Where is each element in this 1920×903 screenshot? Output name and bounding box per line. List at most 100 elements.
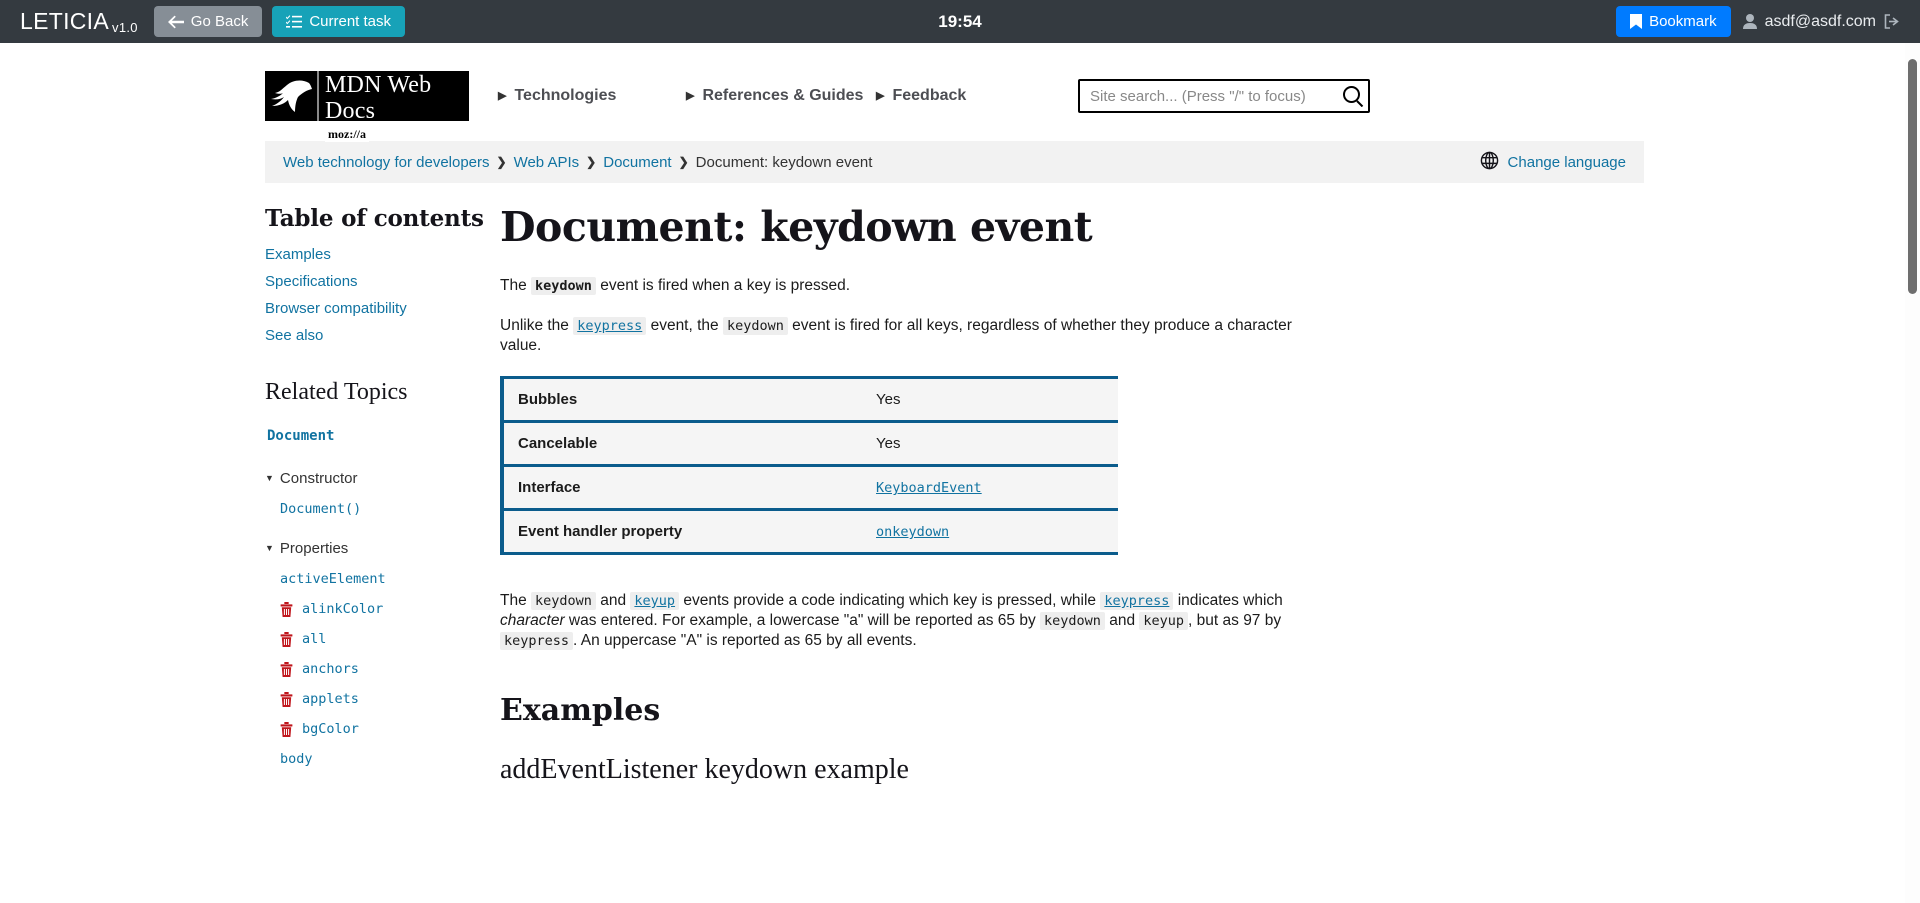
section-heading-examples: Examples — [500, 693, 661, 729]
api-link-all[interactable]: all — [302, 631, 326, 647]
code-keydown: keydown — [531, 592, 596, 611]
api-link-anchors[interactable]: anchors — [302, 661, 359, 677]
breadcrumb-item-web-apis[interactable]: Web APIs — [514, 154, 580, 171]
body-t5: was entered. For example, a lowercase "a… — [564, 612, 1041, 630]
table-cell-key: Cancelable — [502, 420, 862, 466]
list-item: Examples — [265, 246, 500, 264]
table-row: Cancelable Yes — [502, 420, 1118, 466]
table-cell-key: Bubbles — [502, 376, 862, 422]
constructor-list: Document() — [265, 500, 500, 518]
toc-title: Table of contents — [265, 205, 484, 232]
list-item: Document() — [280, 500, 500, 518]
nav-item-technologies-label: Technologies — [514, 87, 617, 104]
list-item: all — [280, 630, 500, 648]
change-language-button[interactable]: Change language — [1480, 151, 1626, 174]
nav-item-technologies[interactable]: ▶ Technologies — [498, 87, 616, 105]
emphasis-character: character — [500, 612, 565, 630]
list-item: body — [280, 750, 500, 768]
intro-1-after: event is fired when a key is pressed. — [595, 277, 851, 295]
triangle-down-icon: ▼ — [265, 473, 274, 483]
api-link-document-constructor[interactable]: Document() — [280, 501, 361, 517]
intro-1-before: The — [500, 277, 532, 295]
main-navigation: ▶ Technologies ▶ References & Guides ▶ F… — [469, 79, 1896, 113]
breadcrumb: Web technology for developers ❯ Web APIs… — [283, 154, 872, 171]
api-link-bgcolor[interactable]: bgColor — [302, 721, 359, 737]
table-row: Bubbles Yes — [502, 376, 1118, 422]
nav-slot-technologies: ▶ Technologies — [481, 87, 686, 105]
link-keyboardevent[interactable]: KeyboardEvent — [876, 480, 982, 496]
body-t1: The — [500, 592, 532, 610]
code-keydown: keydown — [531, 277, 596, 296]
list-item: alinkColor — [280, 600, 500, 618]
nav-item-feedback[interactable]: ▶ Feedback — [876, 87, 966, 105]
page-content: MDN Web Docs moz://a ▶ Technologies ▶ Re… — [0, 43, 1896, 790]
related-topic-document[interactable]: Document — [267, 428, 500, 444]
deprecated-trash-icon — [280, 631, 293, 647]
user-account[interactable]: asdf@asdf.com — [1742, 13, 1908, 31]
breadcrumb-item-web-technology[interactable]: Web technology for developers — [283, 154, 490, 171]
sidebar-group-properties[interactable]: ▼ Properties — [265, 540, 500, 557]
task-list-icon — [286, 14, 303, 29]
sign-out-icon[interactable] — [1884, 14, 1900, 29]
toc-link-specifications[interactable]: Specifications — [265, 273, 358, 290]
breadcrumb-item-document[interactable]: Document — [603, 154, 671, 171]
code-keypress: keypress — [500, 632, 574, 651]
clock-time: 19:54 — [938, 11, 982, 31]
current-task-label: Current task — [309, 13, 392, 30]
api-link-alinkcolor[interactable]: alinkColor — [302, 601, 383, 617]
globe-icon — [1480, 151, 1499, 174]
search-submit-button[interactable] — [1342, 85, 1364, 108]
breadcrumb-item-current: Document: keydown event — [695, 153, 873, 171]
api-link-body[interactable]: body — [280, 751, 313, 767]
mdn-dino-icon — [265, 71, 317, 121]
mdn-logo[interactable]: MDN Web Docs moz://a — [265, 71, 469, 142]
app-brand: LETICIA v1.0 — [12, 8, 144, 35]
page-scrollbar[interactable] — [1905, 43, 1920, 903]
toc-link-browser-compatibility[interactable]: Browser compatibility — [265, 300, 407, 317]
go-back-button[interactable]: Go Back — [153, 6, 263, 37]
bookmark-button[interactable]: Bookmark — [1616, 6, 1731, 37]
nav-item-references-guides[interactable]: ▶ References & Guides — [686, 87, 863, 105]
nav-item-feedback-label: Feedback — [892, 87, 967, 104]
table-row: Interface KeyboardEvent — [502, 464, 1118, 510]
article: Document: keydown event The keydown even… — [500, 203, 1295, 790]
code-keydown: keydown — [722, 317, 788, 336]
agent-bar-right: Bookmark asdf@asdf.com — [1606, 6, 1908, 37]
table-cell-value: onkeydown — [862, 508, 1118, 556]
bookmark-icon — [1630, 14, 1643, 29]
toc-link-examples[interactable]: Examples — [265, 246, 331, 263]
link-keypress[interactable]: keypress — [573, 317, 647, 336]
mdn-logo-text: MDN Web Docs moz://a — [317, 71, 469, 142]
list-item: Browser compatibility — [265, 300, 500, 318]
triangle-down-icon: ▼ — [265, 543, 274, 553]
mdn-site-header: MDN Web Docs moz://a ▶ Technologies ▶ Re… — [265, 43, 1896, 142]
code-keyup: keyup — [630, 592, 680, 611]
table-cell-key: Interface — [502, 464, 862, 510]
subsection-heading-addeventlistener: addEventListener keydown example — [500, 754, 909, 786]
list-item: Specifications — [265, 273, 500, 291]
mdn-logo-subtitle: moz://a — [325, 126, 369, 142]
sidebar-group-constructor[interactable]: ▼ Constructor — [265, 470, 500, 487]
intro-paragraph-2: Unlike the keypress event, the keydown e… — [500, 316, 1295, 356]
page-title: Document: keydown event — [500, 203, 1093, 251]
table-cell-value: Yes — [862, 420, 1118, 466]
scrollbar-thumb[interactable] — [1908, 59, 1917, 294]
body-t6: and — [1104, 612, 1140, 630]
nav-slot-feedback: ▶ Feedback — [876, 87, 1066, 105]
chevron-right-icon: ❯ — [586, 155, 597, 169]
api-link-activeelement[interactable]: activeElement — [280, 571, 386, 587]
search-input[interactable] — [1078, 79, 1370, 113]
api-link-applets[interactable]: applets — [302, 691, 359, 707]
link-keyup[interactable]: keyup — [630, 592, 680, 611]
triangle-right-icon: ▶ — [498, 89, 507, 102]
current-task-button[interactable]: Current task — [272, 6, 406, 37]
deprecated-trash-icon — [280, 661, 293, 677]
body-t7: , but as 97 by — [1188, 612, 1282, 630]
bookmark-label: Bookmark — [1649, 13, 1717, 30]
link-onkeydown[interactable]: onkeydown — [876, 524, 949, 540]
change-language-label: Change language — [1507, 153, 1626, 171]
link-keypress[interactable]: keypress — [1100, 592, 1174, 611]
toc-link-see-also[interactable]: See also — [265, 327, 323, 344]
code-keypress: keypress — [573, 317, 647, 336]
list-item: See also — [265, 327, 500, 345]
